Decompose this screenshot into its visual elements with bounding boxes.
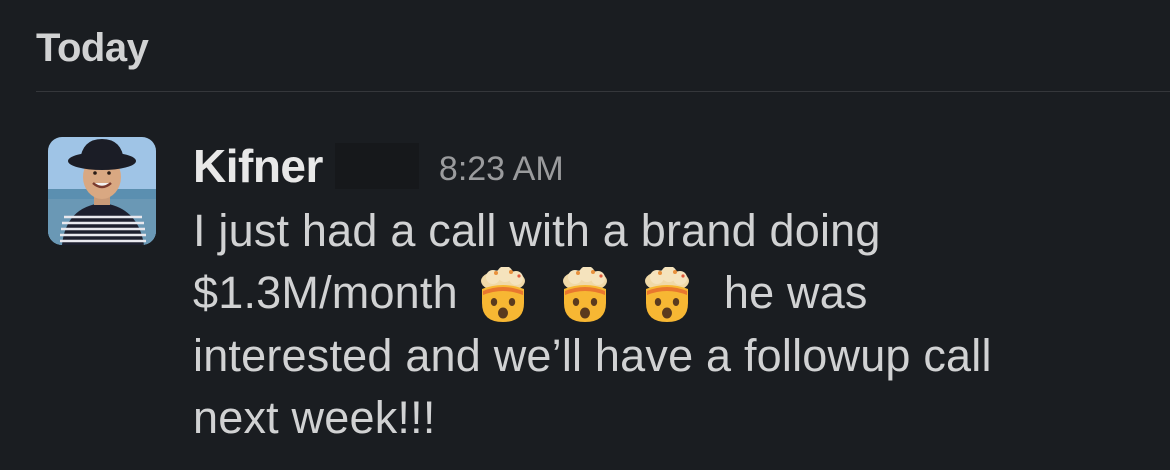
message-amount: $1.3M/month — [193, 267, 458, 318]
day-divider-line — [36, 91, 1170, 92]
exploding-head-icon[interactable] — [556, 267, 614, 325]
message-line-3: interested and we’ll have a followup cal… — [193, 330, 992, 382]
avatar-photo — [48, 137, 156, 245]
emoji-group — [474, 267, 696, 325]
day-divider-label: Today — [36, 26, 149, 70]
message-header: Kifner 8:23 AM — [193, 138, 564, 194]
author-name[interactable]: Kifner — [193, 139, 323, 193]
message-body: I just had a call with a brand doing $1.… — [193, 200, 1153, 449]
message-line-1: I just had a call with a brand doing — [193, 205, 881, 256]
message-line-2: $1.3M/month he was — [193, 262, 1153, 325]
exploding-head-icon[interactable] — [474, 267, 532, 325]
avatar[interactable] — [48, 137, 156, 245]
message-timestamp[interactable]: 8:23 AM — [439, 150, 564, 189]
message-line-4: next week!!! — [193, 392, 436, 444]
exploding-head-icon[interactable] — [638, 267, 696, 325]
redacted-block — [334, 143, 419, 189]
message-line-2-tail: he was — [723, 267, 868, 318]
